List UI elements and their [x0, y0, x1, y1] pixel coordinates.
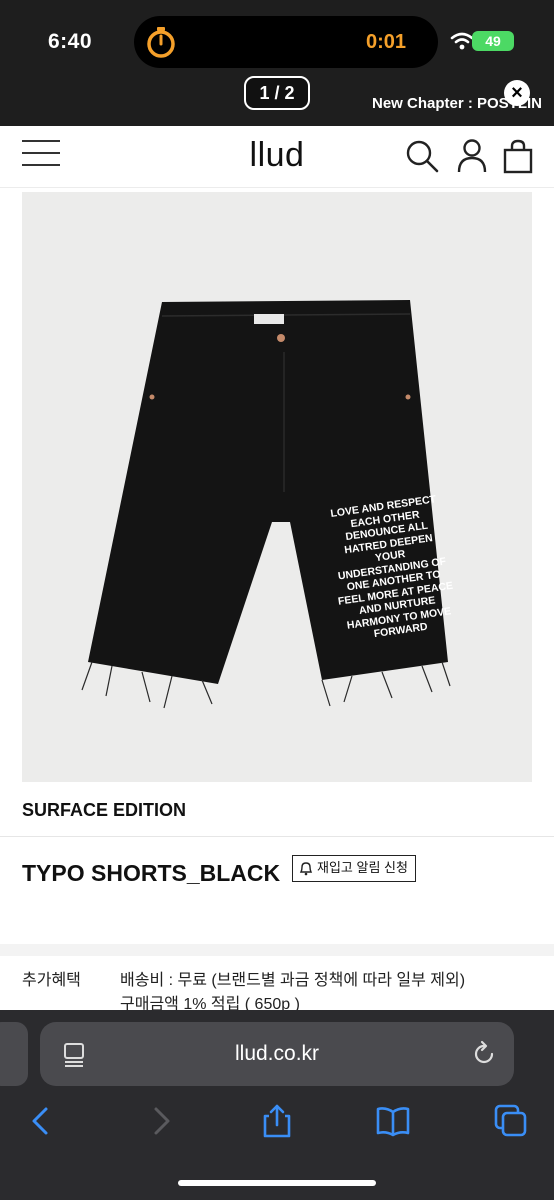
restock-label: 재입고 알림 신청 [317, 860, 408, 875]
restock-alert-button[interactable]: 재입고 알림 신청 [292, 855, 416, 882]
bookmarks-icon[interactable] [376, 1104, 410, 1138]
home-indicator [178, 1180, 376, 1186]
tabs-icon[interactable] [494, 1104, 528, 1138]
product-title: TYPO SHORTS_BLACK [22, 860, 281, 886]
shorts-print-text: LOVE AND RESPECT EACH OTHER DENOUNCE ALL… [329, 493, 454, 641]
reload-icon[interactable] [470, 1040, 498, 1068]
battery-indicator: 49 [472, 31, 514, 51]
timer-readout: 0:01 [366, 31, 407, 53]
section-separator [0, 944, 554, 956]
shipping-info: 배송비 : 무료 (브랜드별 과금 정책에 따라 일부 제외) [120, 972, 466, 989]
product-image[interactable]: LOVE AND RESPECT EACH OTHER DENOUNCE ALL… [22, 192, 532, 782]
brand-name[interactable]: SURFACE EDITION [22, 800, 186, 821]
previous-tab-preview[interactable] [0, 1022, 28, 1086]
wifi-icon [450, 32, 474, 50]
bell-icon [299, 862, 313, 876]
divider [0, 836, 554, 837]
account-icon[interactable] [454, 138, 490, 174]
shopping-bag-icon[interactable] [500, 138, 536, 174]
timer-icon [147, 27, 175, 58]
search-icon[interactable] [404, 138, 440, 174]
status-time: 6:40 [48, 30, 93, 53]
site-header: llud [0, 126, 554, 188]
close-button[interactable]: × [504, 80, 530, 106]
shorts-illustration [81, 300, 451, 709]
benefit-label: 추가혜택 [22, 972, 81, 989]
forward-icon[interactable] [144, 1104, 178, 1138]
url-text[interactable]: llud.co.kr [40, 1042, 514, 1066]
share-icon[interactable] [260, 1104, 294, 1138]
page-indicator: 1 / 2 [244, 76, 310, 110]
back-icon[interactable] [24, 1104, 58, 1138]
